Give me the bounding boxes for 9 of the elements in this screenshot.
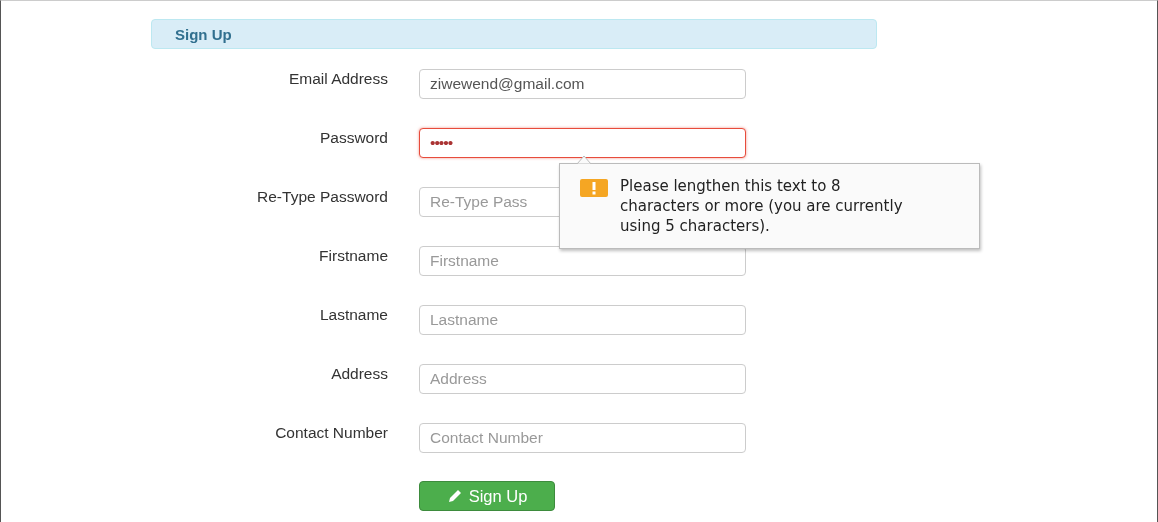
- field-label: Address: [330, 364, 388, 384]
- field-label: Email Address: [287, 69, 388, 89]
- panel-title: Sign Up: [175, 25, 232, 43]
- field-label: Firstname: [318, 246, 388, 266]
- field-label: Password: [318, 128, 388, 148]
- field-label: Re-Type Password: [256, 187, 388, 207]
- field-label: Contact Number: [274, 423, 388, 443]
- field-label: Lastname: [318, 305, 388, 325]
- tooltip-message: Please lengthen this text to 8 characters or more (you are currently using 5 characters).: [620, 176, 904, 237]
